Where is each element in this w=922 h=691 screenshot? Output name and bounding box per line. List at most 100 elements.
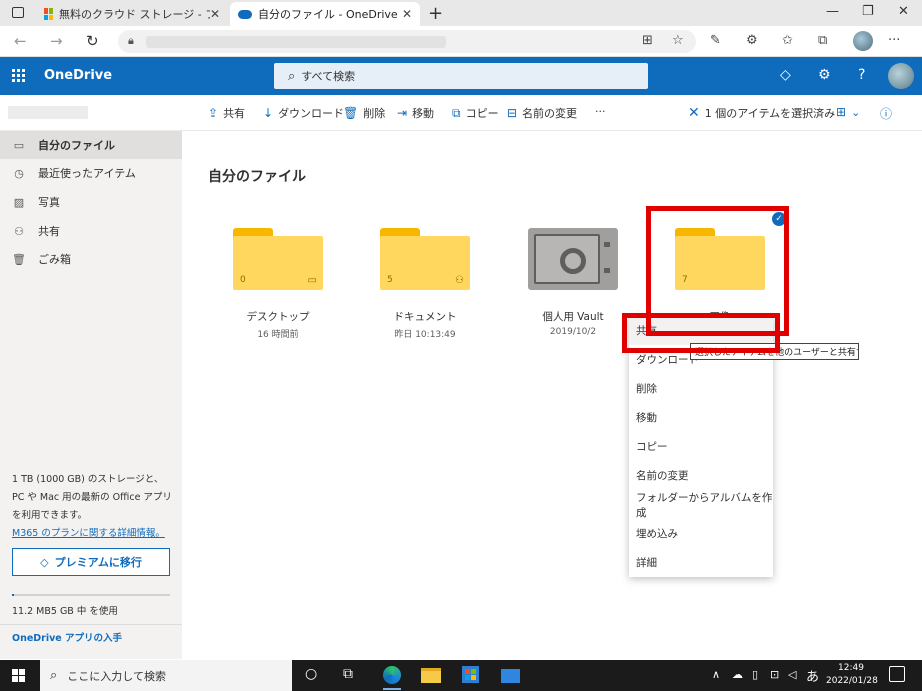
browser-tab-2[interactable]: 自分のファイル - OneDrive ✕ bbox=[230, 2, 420, 26]
folder-icon: ▭ bbox=[13, 138, 25, 152]
shared-people-icon: ⚇ bbox=[455, 275, 464, 286]
mail-icon bbox=[501, 669, 520, 683]
get-apps-link[interactable]: OneDrive アプリの入手 bbox=[12, 630, 122, 644]
menu-item-embed[interactable]: 埋め込み bbox=[629, 519, 773, 548]
back-icon[interactable]: ← bbox=[14, 32, 27, 50]
menu-item-rename[interactable]: 名前の変更 bbox=[629, 461, 773, 490]
app-header: OneDrive ⌕ すべて検索 ◇ ⚙ ? bbox=[0, 57, 922, 95]
nav-item-photos[interactable]: ▨ 写真 bbox=[0, 188, 182, 216]
account-avatar[interactable] bbox=[888, 63, 914, 89]
copy-icon: ⧉ bbox=[452, 105, 461, 120]
url-field[interactable]: 🔒︎ bbox=[118, 30, 696, 53]
pen-icon[interactable]: ✎ bbox=[710, 33, 721, 48]
more-label: ··· bbox=[595, 105, 606, 118]
nav-item-recycle-bin[interactable]: 🗑︎ ごみ箱 bbox=[0, 245, 182, 273]
menu-item-copy[interactable]: コピー bbox=[629, 432, 773, 461]
new-tab-button[interactable]: + bbox=[428, 3, 443, 24]
cortana-icon[interactable]: ○ bbox=[305, 666, 317, 682]
store-icon bbox=[462, 666, 479, 683]
add-favorite-icon[interactable]: ☆ bbox=[672, 33, 684, 48]
mail-button[interactable] bbox=[501, 669, 520, 683]
more-icon[interactable]: ··· bbox=[888, 33, 900, 48]
upgrade-premium-button[interactable]: ◇ プレミアムに移行 bbox=[12, 548, 170, 576]
browser-profile-avatar[interactable] bbox=[853, 31, 873, 51]
settings-gear-icon[interactable]: ⚙ bbox=[818, 67, 831, 83]
lock-icon: 🔒︎ bbox=[128, 34, 134, 47]
search-box[interactable]: ⌕ すべて検索 bbox=[274, 63, 648, 89]
nav-label: 最近使ったアイテム bbox=[38, 167, 136, 180]
move-command[interactable]: ⇥ 移動 bbox=[397, 105, 434, 121]
divider bbox=[0, 624, 182, 625]
tab-actions-icon[interactable] bbox=[12, 7, 24, 18]
search-placeholder: すべて検索 bbox=[301, 70, 356, 83]
file-explorer-icon bbox=[421, 668, 441, 683]
taskbar-clock[interactable]: 12:49 2022/01/28 bbox=[826, 662, 878, 688]
download-icon: ↓ bbox=[263, 106, 274, 120]
delete-command[interactable]: 🗑︎ 削除 bbox=[343, 105, 385, 121]
search-icon: ⌕ bbox=[50, 668, 58, 683]
browser-tab-1[interactable]: 無料のクラウド ストレージ - ファイル共 ✕ bbox=[36, 2, 228, 26]
taskbar-search[interactable]: ⌕ ここに入力して検索 bbox=[40, 660, 292, 691]
rename-icon: ⊟ bbox=[507, 106, 518, 120]
highlight-share-menu-item bbox=[622, 313, 780, 353]
tray-chevron-icon[interactable]: ∧ bbox=[712, 668, 720, 681]
edge-icon bbox=[383, 666, 401, 684]
app-launcher-icon[interactable] bbox=[12, 69, 25, 82]
item-name[interactable]: ドキュメント bbox=[370, 309, 480, 324]
menu-item-delete[interactable]: 削除 bbox=[629, 374, 773, 403]
more-commands-button[interactable]: ··· bbox=[595, 105, 606, 118]
clock-date: 2022/01/28 bbox=[826, 676, 878, 686]
share-command[interactable]: ⇪ 共有 bbox=[208, 105, 245, 121]
app-name[interactable]: OneDrive bbox=[44, 68, 112, 83]
item-name[interactable]: 個人用 Vault bbox=[518, 309, 628, 324]
edge-taskbar-button[interactable] bbox=[383, 666, 401, 690]
menu-item-create-album[interactable]: フォルダーからアルバムを作成 bbox=[629, 490, 773, 519]
ime-indicator[interactable]: あ bbox=[806, 666, 819, 685]
download-command[interactable]: ↓ ダウンロード bbox=[263, 105, 344, 121]
vault-tile[interactable]: 個人用 Vault 2019/10/2 bbox=[518, 218, 628, 337]
battery-icon[interactable]: ▯ bbox=[752, 668, 758, 681]
collections-icon[interactable]: ⧉ bbox=[818, 33, 827, 48]
network-icon[interactable]: ⊡ bbox=[770, 668, 779, 681]
onedrive-tray-icon[interactable]: ☁ bbox=[732, 668, 743, 681]
notifications-icon[interactable] bbox=[889, 666, 905, 682]
menu-item-move[interactable]: 移動 bbox=[629, 403, 773, 432]
close-window-icon[interactable]: ✕ bbox=[898, 4, 909, 19]
store-button[interactable] bbox=[462, 666, 479, 683]
extensions-icon[interactable]: ⚙ bbox=[746, 33, 758, 48]
forward-icon[interactable]: → bbox=[50, 32, 63, 50]
info-pane-button[interactable]: ⓘ bbox=[880, 105, 897, 122]
minimize-icon[interactable]: — bbox=[826, 4, 839, 19]
close-tab-icon[interactable]: ✕ bbox=[402, 7, 412, 21]
view-switcher[interactable]: ⊞ ⌄ bbox=[836, 105, 860, 119]
plan-details-link[interactable]: M365 のプランに関する詳細情報。 bbox=[12, 528, 165, 539]
nav-item-recent[interactable]: ◷ 最近使ったアイテム bbox=[0, 159, 182, 187]
reader-view-icon[interactable]: ⊞ bbox=[642, 33, 653, 48]
rename-command[interactable]: ⊟ 名前の変更 bbox=[507, 105, 577, 121]
volume-icon[interactable]: ◁ bbox=[788, 668, 796, 681]
restore-icon[interactable]: ❐ bbox=[862, 4, 874, 19]
file-explorer-button[interactable] bbox=[421, 668, 441, 683]
favorites-icon[interactable]: ✩ bbox=[782, 33, 793, 48]
close-tab-icon[interactable]: ✕ bbox=[210, 7, 220, 21]
nav-item-my-files[interactable]: ▭ 自分のファイル bbox=[0, 131, 182, 159]
task-view-icon[interactable]: ⧉ bbox=[343, 666, 353, 682]
menu-item-details[interactable]: 詳細 bbox=[629, 548, 773, 577]
item-name[interactable]: デスクトップ bbox=[223, 309, 333, 324]
storage-usage-text[interactable]: 11.2 MB5 GB 中 を使用 bbox=[12, 603, 118, 617]
share-icon: ⇪ bbox=[208, 106, 219, 120]
help-icon[interactable]: ? bbox=[858, 67, 865, 83]
clear-selection-button[interactable]: ✕ 1 個のアイテムを選択済み bbox=[688, 105, 835, 121]
refresh-icon[interactable]: ↻ bbox=[86, 32, 99, 50]
start-windows-icon[interactable] bbox=[12, 669, 25, 682]
tab-title: 自分のファイル - OneDrive bbox=[258, 8, 398, 21]
search-icon: ⌕ bbox=[288, 68, 296, 84]
copy-command[interactable]: ⧉ コピー bbox=[452, 105, 499, 121]
people-icon: ⚇ bbox=[14, 224, 24, 238]
folder-tile-desktop[interactable]: 0 ▭ デスクトップ 16 時間前 bbox=[223, 218, 333, 340]
move-label: 移動 bbox=[412, 107, 435, 120]
rename-label: 名前の変更 bbox=[522, 107, 578, 120]
premium-diamond-icon[interactable]: ◇ bbox=[780, 67, 791, 83]
folder-tile-documents[interactable]: 5 ⚇ ドキュメント 昨日 10:13:49 bbox=[370, 218, 480, 340]
nav-item-shared[interactable]: ⚇ 共有 bbox=[0, 217, 182, 245]
